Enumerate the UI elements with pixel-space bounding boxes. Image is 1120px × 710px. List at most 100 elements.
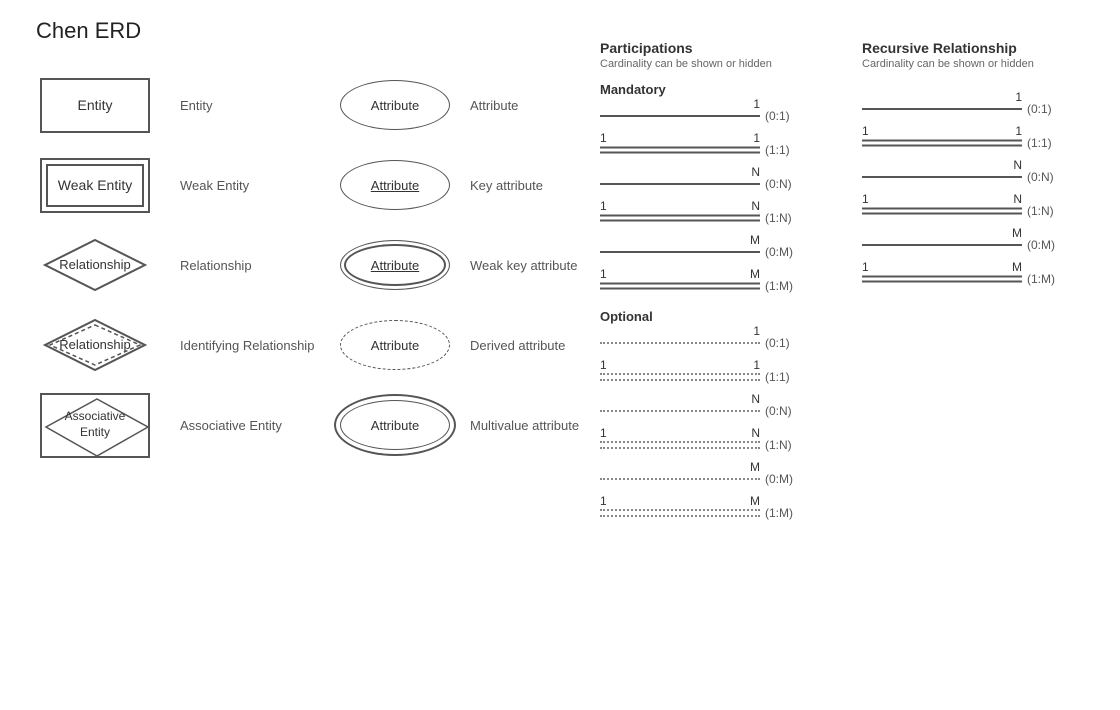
opt-notation-11: (1:1) [760, 370, 815, 384]
attr-weakkey-text: Attribute [371, 258, 419, 273]
rec-solid-01 [862, 108, 1022, 110]
attr-multivalue-shape: Attribute [340, 400, 450, 450]
attr-weakkey-label: Weak key attribute [460, 258, 600, 273]
rec-solid-0n [862, 176, 1022, 178]
rec-line-1n: 1 N [862, 200, 1022, 222]
relationship-diamond: Relationship [40, 235, 150, 295]
opt-line-11: 1 1 [600, 366, 760, 388]
num-right-1n: N [751, 199, 760, 213]
opt-num-left-1m: 1 [600, 494, 607, 508]
solid-line-01 [600, 115, 760, 117]
svg-text:Relationship: Relationship [59, 337, 131, 352]
rec-notation-0m: (0:M) [1022, 238, 1077, 252]
opt-notation-1n: (1:N) [760, 438, 815, 452]
identifying-relationship-container: Relationship [20, 315, 170, 375]
num-right-1a: 1 [753, 97, 760, 111]
rec-notation-01: (0:1) [1022, 102, 1077, 116]
notation-11: (1:1) [760, 143, 815, 157]
opt-num-right-1m: M [750, 494, 760, 508]
num-left-1b: 1 [600, 131, 607, 145]
opt-row-11: 1 1 (1:1) [600, 366, 860, 388]
opt-line-1m: 1 M [600, 502, 760, 524]
opt-notation-01: (0:1) [760, 336, 815, 350]
rec-num-left-1n: 1 [862, 192, 869, 206]
attr-weakkey-shape: Attribute [340, 240, 450, 290]
identifying-relationship-diamond: Relationship [40, 315, 150, 375]
dashed-line-0n [600, 410, 760, 412]
participations-title: Participations [600, 40, 860, 56]
num-right-n: N [751, 165, 760, 179]
notation-1n: (1:N) [760, 211, 815, 225]
opt-row-1m: 1 M (1:M) [600, 502, 860, 524]
part-row-01-single: 1 (0:1) [600, 105, 860, 127]
shape-row-weak-entity: Weak Entity Weak Entity Attribute Key at… [20, 150, 600, 220]
attr-regular-text: Attribute [371, 98, 419, 113]
rec-num-right-11: 1 [1015, 124, 1022, 138]
entity-shape-container: Entity [20, 78, 170, 133]
opt-row-01: 1 (0:1) [600, 332, 860, 354]
opt-notation-0m: (0:M) [760, 472, 815, 486]
solid-line-0n [600, 183, 760, 185]
shapes-panel: Entity Entity Attribute Attribute Weak E… [20, 70, 600, 470]
attr-multivalue-label: Multivalue attribute [460, 418, 600, 433]
notation-1m: (1:M) [760, 279, 815, 293]
rec-row-01: 1 (0:1) [862, 98, 1112, 120]
page-title: Chen ERD [36, 18, 141, 44]
opt-row-1n: 1 N (1:N) [600, 434, 860, 456]
dashed-line-01 [600, 342, 760, 344]
recursive-panel: Recursive Relationship Cardinality can b… [862, 40, 1112, 302]
part-row-11: 1 1 (1:1) [600, 139, 860, 161]
notation-0n: (0:N) [760, 177, 815, 191]
opt-notation-0n: (0:N) [760, 404, 815, 418]
entity-shape: Entity [40, 78, 150, 133]
entity-text-label: Entity [170, 98, 330, 113]
attr-derived-label: Derived attribute [460, 338, 600, 353]
identifying-relationship-label: Identifying Relationship [170, 338, 330, 353]
associative-entity-shape: AssociativeEntity [40, 393, 150, 458]
opt-num-right-1n: N [751, 426, 760, 440]
rec-num-right-0n: N [1013, 158, 1022, 172]
associative-entity-container: AssociativeEntity [20, 393, 170, 458]
rec-num-right-01: 1 [1015, 90, 1022, 104]
rec-row-1m: 1 M (1:M) [862, 268, 1112, 290]
rec-num-right-1m: M [1012, 260, 1022, 274]
part-row-1n: 1 N (1:N) [600, 207, 860, 229]
part-line-0n: N [600, 173, 760, 195]
rec-num-right-0m: M [1012, 226, 1022, 240]
participations-subtitle: Cardinality can be shown or hidden [600, 58, 860, 70]
entity-label: Entity [77, 97, 112, 113]
part-row-0n: N (0:N) [600, 173, 860, 195]
opt-line-1n: 1 N [600, 434, 760, 456]
rec-row-11: 1 1 (1:1) [862, 132, 1112, 154]
opt-num-left-1n: 1 [600, 426, 607, 440]
notation-0m: (0:M) [760, 245, 815, 259]
rec-num-right-1n: N [1013, 192, 1022, 206]
attr-regular-label: Attribute [460, 98, 600, 113]
rec-num-left-11: 1 [862, 124, 869, 138]
relationship-shape-container: Relationship [20, 235, 170, 295]
num-left-1m: 1 [600, 267, 607, 281]
dashed-line-0m [600, 478, 760, 480]
shape-row-relationship: Relationship Relationship Attribute Weak… [20, 230, 600, 300]
attr-derived-container: Attribute [330, 320, 460, 370]
attr-derived-shape: Attribute [340, 320, 450, 370]
participations-panel: Participations Cardinality can be shown … [600, 40, 860, 536]
mandatory-label: Mandatory [600, 82, 860, 97]
part-row-1m: 1 M (1:M) [600, 275, 860, 297]
num-right-m: M [750, 233, 760, 247]
recursive-subtitle: Cardinality can be shown or hidden [862, 58, 1112, 70]
rec-num-left-1m: 1 [862, 260, 869, 274]
weak-entity-shape: Weak Entity [40, 158, 150, 213]
attr-regular-shape: Attribute [340, 80, 450, 130]
shape-row-associative: AssociativeEntity Associative Entity Att… [20, 390, 600, 460]
part-line-1m: 1 M [600, 275, 760, 297]
rec-line-11: 1 1 [862, 132, 1022, 154]
rec-line-0n: N [862, 166, 1022, 188]
rec-line-0m: M [862, 234, 1022, 256]
opt-num-right-1a: 1 [753, 324, 760, 338]
shape-row-identifying: Relationship Identifying Relationship At… [20, 310, 600, 380]
shape-row-entity: Entity Entity Attribute Attribute [20, 70, 600, 140]
opt-notation-1m: (1:M) [760, 506, 815, 520]
svg-text:Relationship: Relationship [59, 257, 131, 272]
part-row-0m: M (0:M) [600, 241, 860, 263]
